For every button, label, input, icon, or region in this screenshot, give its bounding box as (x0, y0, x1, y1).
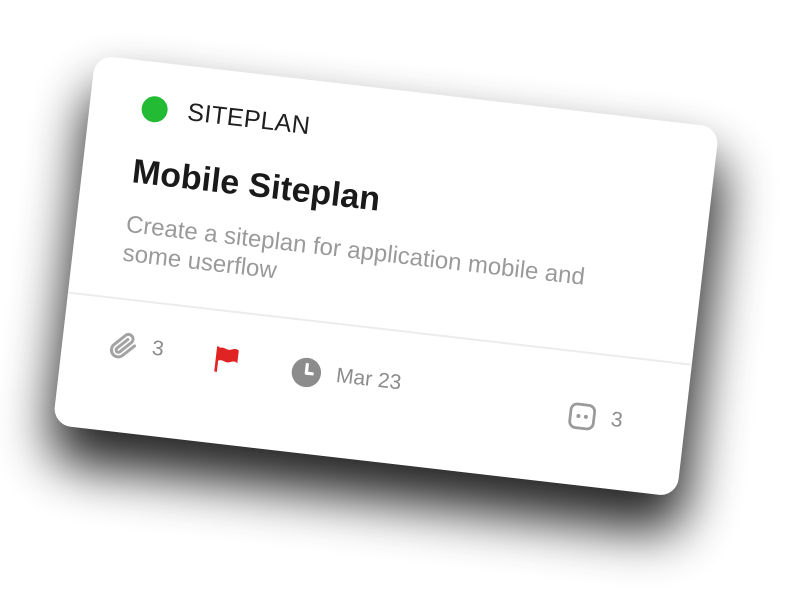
comments-button[interactable]: 3 (566, 400, 625, 436)
card-header: SITEPLAN (140, 93, 312, 141)
task-card[interactable]: SITEPLAN Mobile Siteplan Create a sitepl… (52, 55, 720, 497)
status-dot (140, 94, 170, 124)
attachments-count: 3 (150, 336, 166, 361)
paperclip-icon (109, 332, 137, 359)
priority-flag-button[interactable] (208, 342, 245, 378)
category-label: SITEPLAN (185, 98, 312, 141)
comments-count: 3 (609, 407, 624, 433)
due-date-label: Mar 23 (334, 364, 403, 395)
flag-icon (214, 346, 239, 372)
clock-icon (291, 357, 322, 388)
due-date[interactable]: Mar 23 (289, 355, 403, 400)
attachments-button[interactable]: 3 (107, 329, 166, 365)
canvas: SITEPLAN Mobile Siteplan Create a sitepl… (0, 0, 794, 609)
comment-icon (568, 402, 597, 431)
card-title[interactable]: Mobile Siteplan (130, 152, 382, 219)
